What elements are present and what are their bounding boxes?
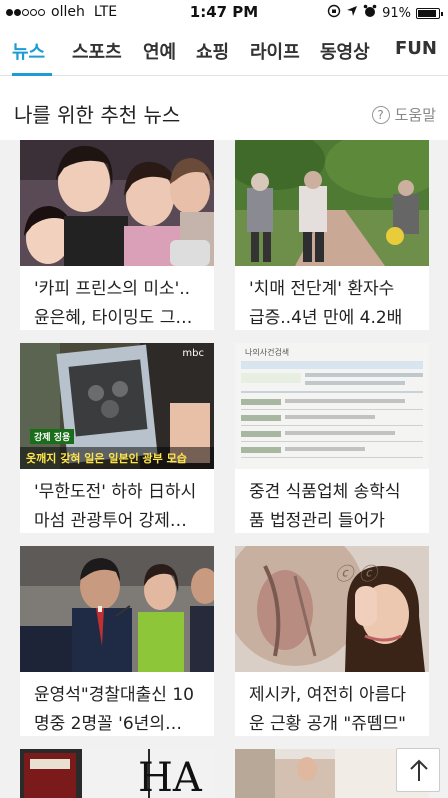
help-button[interactable]: ? 도움말: [371, 104, 436, 125]
tab-life[interactable]: 라이프: [250, 38, 300, 64]
battery-percent: 91%: [382, 5, 411, 21]
news-thumbnail: HA: [20, 749, 214, 798]
news-card[interactable]: ⓒ ⓒ 제시카, 여전히 아름다 운 근황 공개 "쥬뗌므": [235, 546, 429, 736]
section-title: 나를 위한 추천 뉴스: [14, 103, 181, 127]
battery-icon: [416, 7, 443, 19]
news-headline: 중견 식품업체 송학식 품 법정관리 들어가: [249, 482, 401, 531]
banner-text: HA: [138, 755, 202, 798]
scroll-to-top-button[interactable]: [396, 748, 440, 792]
news-card[interactable]: mbc 강제 징용 옷깨지 갖혀 일은 일본인 광부 모습 '무한도전' 하하 …: [20, 343, 214, 533]
news-headline: '치매 전단계' 환자수 급증..4년 만에 4.2배: [249, 279, 403, 328]
news-thumbnail: [235, 140, 429, 266]
tab-sports[interactable]: 스포츠: [72, 38, 122, 64]
help-label: 도움말: [394, 106, 436, 124]
tab-entertainment[interactable]: 연예: [143, 38, 176, 64]
recommended-section-header: 나를 위한 추천 뉴스 ? 도움말: [0, 76, 448, 140]
news-card[interactable]: 윤영석"경찰대출신 10 명중 2명꼴 '6년의…: [20, 546, 214, 736]
location-icon: [346, 5, 358, 21]
tab-shopping[interactable]: 쇼핑: [196, 38, 229, 64]
news-thumbnail: ⓒ ⓒ: [235, 546, 429, 672]
news-headline: '무한도전' 하하 日하시 마섬 관광투어 강제…: [34, 482, 197, 531]
arrow-up-icon: [410, 759, 428, 781]
status-right: 91%: [327, 4, 443, 22]
news-thumbnail: [20, 546, 214, 672]
news-card[interactable]: '치매 전단계' 환자수 급증..4년 만에 4.2배: [235, 140, 429, 330]
document-header: 나의사건검색: [245, 348, 290, 357]
tab-news[interactable]: 뉴스: [12, 38, 45, 64]
news-thumbnail: 나의사건검색: [235, 343, 429, 469]
video-subtitle: 옷깨지 갖혀 일은 일본인 광부 모습: [26, 452, 187, 465]
news-headline: '카피 프린스의 미소'.. 윤은혜, 타이밍도 그…: [34, 279, 193, 328]
news-card[interactable]: HA: [20, 749, 214, 798]
rotation-lock-icon: [327, 4, 341, 22]
category-tabs: 뉴스 스포츠 연예 쇼핑 라이프 동영상 FUN: [0, 24, 448, 76]
tab-video[interactable]: 동영상: [320, 38, 370, 64]
alarm-icon: [363, 4, 377, 22]
status-bar: olleh LTE 1:47 PM 91%: [0, 0, 448, 24]
news-headline: 제시카, 여전히 아름다 운 근황 공개 "쥬뗌므": [249, 685, 406, 734]
subtitle-tag: 강제 징용: [30, 429, 75, 444]
tab-fun[interactable]: FUN: [395, 38, 437, 59]
news-card[interactable]: 나의사건검색 중견 식품업체 송학식 품 법정관리 들어가: [235, 343, 429, 533]
news-thumbnail: [20, 140, 214, 266]
news-thumbnail: mbc 강제 징용 옷깨지 갖혀 일은 일본인 광부 모습: [20, 343, 214, 469]
news-headline: 윤영석"경찰대출신 10 명중 2명꼴 '6년의…: [34, 685, 194, 734]
broadcaster-logo: mbc: [182, 348, 204, 359]
help-icon: ?: [371, 105, 390, 124]
news-card[interactable]: '카피 프린스의 미소'.. 윤은혜, 타이밍도 그…: [20, 140, 214, 330]
svg-text:ⓒ ⓒ: ⓒ ⓒ: [335, 564, 380, 585]
